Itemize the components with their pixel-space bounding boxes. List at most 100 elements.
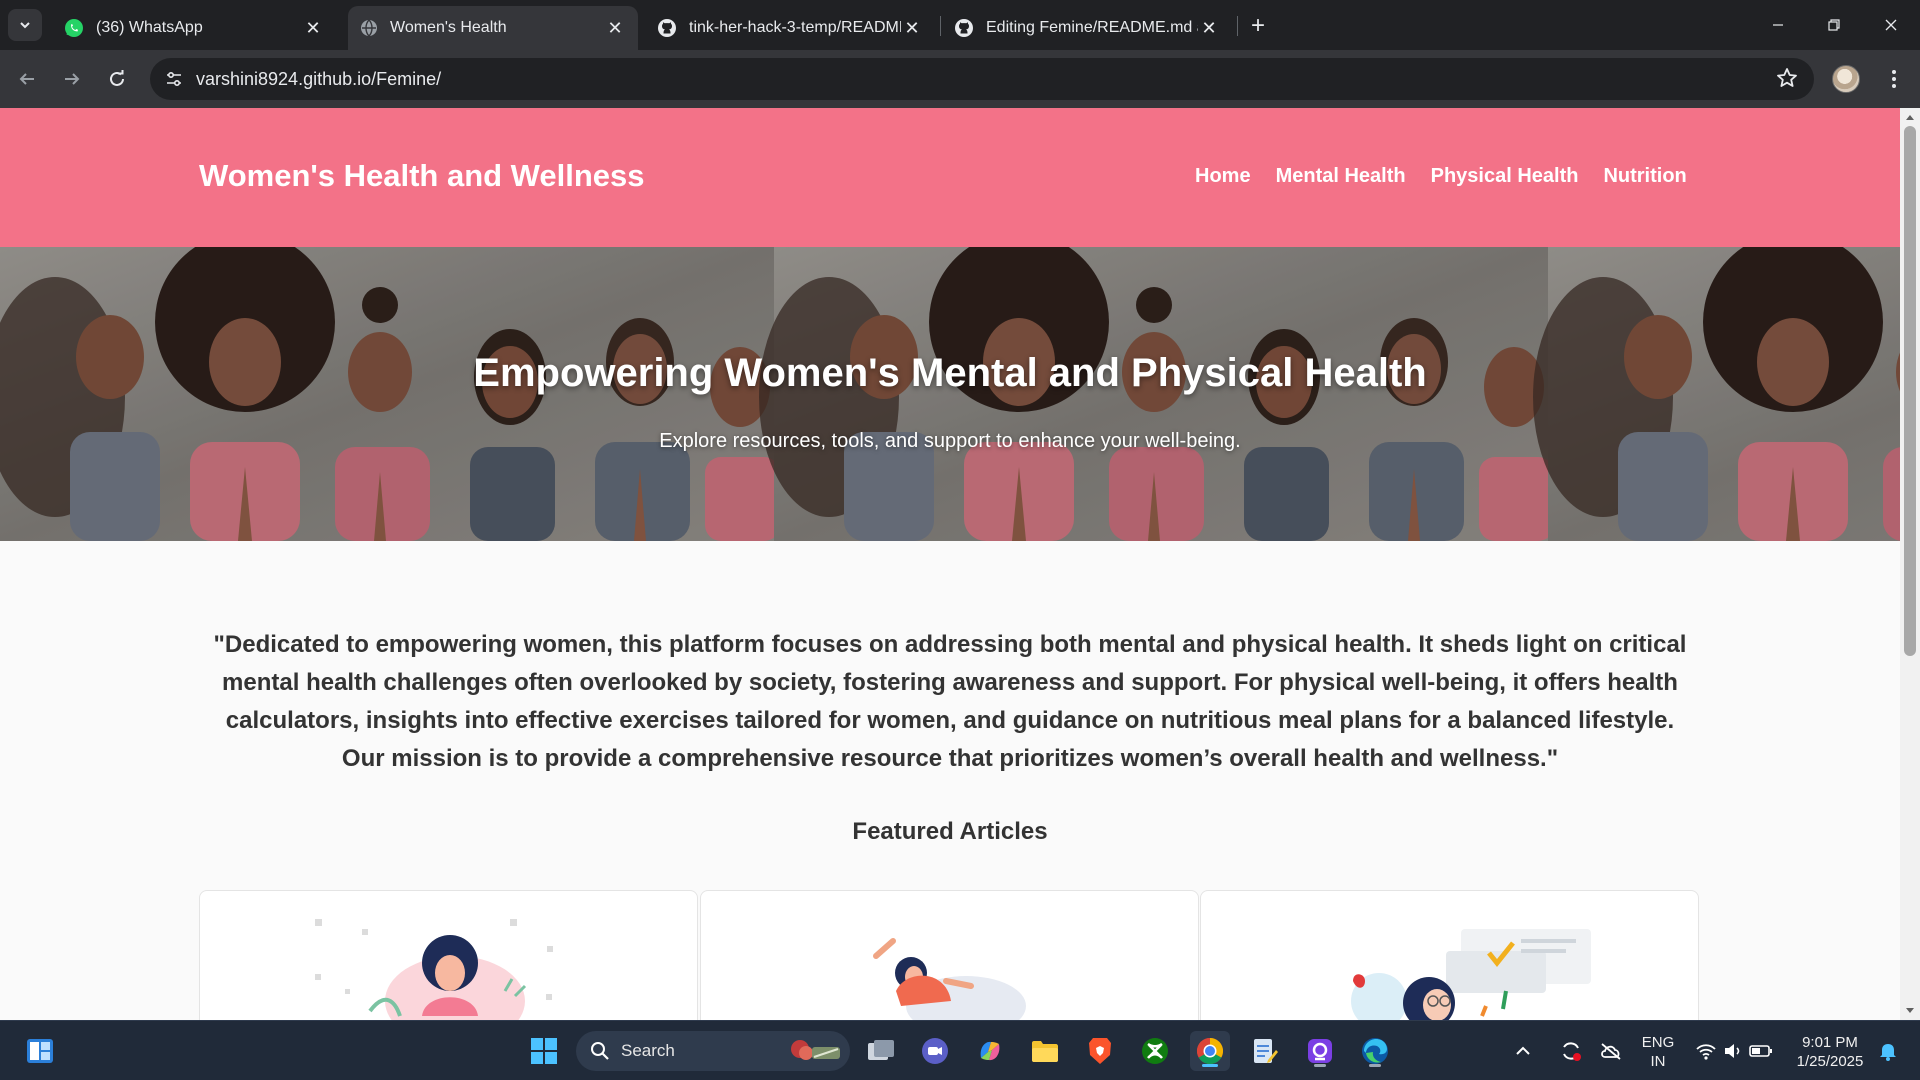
tab-separator — [940, 16, 941, 36]
start-button[interactable] — [524, 1031, 564, 1071]
clock-time: 9:01 PM — [1802, 1034, 1858, 1051]
reload-button[interactable] — [99, 62, 135, 96]
tab-search-button[interactable] — [8, 9, 42, 41]
widgets-icon — [27, 1039, 53, 1063]
page-viewport: Women's Health and Wellness Home Mental … — [0, 108, 1900, 1020]
hero-banner: Empowering Women's Mental and Physical H… — [0, 247, 1900, 541]
brave-button[interactable] — [1080, 1031, 1120, 1071]
close-icon[interactable]: ✕ — [901, 17, 923, 39]
tab-title: Women's Health — [390, 19, 507, 36]
chevron-up-icon — [1516, 1046, 1530, 1055]
github-icon — [955, 19, 973, 37]
url-text[interactable]: varshini8924.github.io/Femine/ — [196, 69, 441, 90]
globe-icon — [361, 19, 377, 37]
main-nav: Home Mental Health Physical Health Nutri… — [1195, 165, 1687, 188]
whatsapp-icon — [65, 19, 83, 37]
restore-icon — [1828, 19, 1840, 31]
site-header: Women's Health and Wellness Home Mental … — [0, 108, 1900, 247]
nav-link-mental-health[interactable]: Mental Health — [1276, 165, 1406, 188]
tab-title: Editing Femine/README.md at — [986, 19, 1198, 36]
running-indicator — [1202, 1064, 1218, 1067]
checklist-illustration — [1351, 929, 1591, 1020]
folder-icon — [1032, 1041, 1058, 1062]
brave-icon — [1089, 1038, 1111, 1064]
tab-github-readme[interactable]: tink-her-hack-3-temp/READMEA ✕ — [645, 6, 935, 50]
sync-icon — [1563, 1042, 1581, 1061]
close-icon[interactable]: ✕ — [604, 17, 626, 39]
taskbar-search[interactable]: Search — [576, 1031, 850, 1071]
hero-subtitle: Explore resources, tools, and support to… — [659, 430, 1241, 452]
bookmark-button[interactable] — [1776, 67, 1798, 94]
scroll-up-button[interactable] — [1904, 112, 1916, 122]
arrow-left-icon — [19, 73, 34, 85]
github-icon — [658, 19, 676, 37]
clock[interactable]: 9:01 PM 1/25/2025 — [1790, 1033, 1870, 1071]
nav-link-nutrition[interactable]: Nutrition — [1603, 165, 1686, 188]
address-bar[interactable]: varshini8924.github.io/Femine/ — [150, 58, 1814, 100]
chrome-icon — [1196, 1037, 1224, 1065]
star-icon — [1777, 68, 1797, 87]
input-language-indicator[interactable]: ENG IN — [1640, 1033, 1676, 1071]
file-explorer-button[interactable] — [1025, 1031, 1065, 1071]
notepad-button[interactable] — [1245, 1031, 1285, 1071]
copilot-button[interactable] — [970, 1031, 1010, 1071]
cloud-offline-icon — [1601, 1043, 1621, 1060]
search-label: Search — [621, 1041, 675, 1060]
article-card[interactable] — [1200, 890, 1699, 1020]
tab-title: (36) WhatsApp — [96, 19, 203, 36]
sync-status-button[interactable] — [1556, 1031, 1586, 1071]
tab-title: tink-her-hack-3-temp/READMEA — [689, 19, 901, 36]
page-scrollbar[interactable] — [1900, 108, 1920, 1020]
site-info-button[interactable] — [160, 65, 188, 93]
show-hidden-icons-button[interactable] — [1510, 1031, 1536, 1071]
onedrive-button[interactable] — [1596, 1031, 1626, 1071]
task-view-button[interactable] — [861, 1031, 901, 1071]
close-icon[interactable]: ✕ — [1198, 17, 1220, 39]
copilot-icon — [980, 1041, 1000, 1061]
back-button[interactable] — [9, 62, 45, 96]
widgets-button[interactable] — [20, 1031, 60, 1071]
region-code: IN — [1650, 1053, 1666, 1070]
tab-strip: (36) WhatsApp ✕ Women's Health ✕ tink-he… — [0, 0, 1920, 50]
close-icon — [1885, 19, 1897, 31]
tab-whatsapp[interactable]: (36) WhatsApp ✕ — [52, 6, 336, 50]
close-window-button[interactable] — [1871, 10, 1911, 40]
site-title[interactable]: Women's Health and Wellness — [199, 158, 645, 194]
video-chat-icon — [922, 1038, 948, 1064]
edge-button[interactable] — [1355, 1031, 1395, 1071]
tab-womens-health[interactable]: Women's Health ✕ — [348, 6, 638, 50]
scroll-down-button[interactable] — [1904, 1006, 1916, 1016]
quick-settings-button[interactable] — [1690, 1031, 1778, 1071]
taskbar-app-button[interactable] — [1300, 1031, 1340, 1071]
triangle-down-icon — [1906, 1008, 1914, 1013]
triangle-up-icon — [1906, 115, 1914, 120]
chevron-down-icon — [20, 22, 30, 29]
stretching-illustration — [873, 938, 1026, 1020]
browser-menu-button[interactable] — [1880, 65, 1908, 93]
featured-articles-heading: Featured Articles — [852, 818, 1048, 845]
scrollbar-thumb[interactable] — [1904, 126, 1916, 656]
tab-separator — [1237, 16, 1238, 36]
close-icon[interactable]: ✕ — [302, 17, 324, 39]
taskbar-meet-button[interactable] — [915, 1031, 955, 1071]
clock-date: 1/25/2025 — [1796, 1053, 1864, 1070]
edge-icon — [1362, 1038, 1388, 1064]
forward-button[interactable] — [54, 62, 90, 96]
profile-avatar[interactable] — [1832, 65, 1860, 93]
new-tab-button[interactable]: + — [1244, 12, 1272, 40]
article-card[interactable] — [199, 890, 698, 1020]
xbox-button[interactable] — [1135, 1031, 1175, 1071]
minimize-button[interactable] — [1758, 10, 1798, 40]
nav-link-home[interactable]: Home — [1195, 165, 1251, 188]
tab-github-editing[interactable]: Editing Femine/README.md at ✕ — [942, 6, 1232, 50]
article-card[interactable] — [700, 890, 1199, 1020]
volume-icon — [1725, 1044, 1740, 1058]
chrome-button[interactable] — [1190, 1031, 1230, 1071]
windows-start-icon — [531, 1038, 557, 1064]
restore-button[interactable] — [1814, 10, 1854, 40]
running-indicator — [1314, 1064, 1326, 1067]
hero-title: Empowering Women's Mental and Physical H… — [473, 351, 1427, 395]
tune-icon — [167, 71, 181, 87]
notifications-button[interactable] — [1873, 1031, 1903, 1071]
nav-link-physical-health[interactable]: Physical Health — [1431, 165, 1579, 188]
